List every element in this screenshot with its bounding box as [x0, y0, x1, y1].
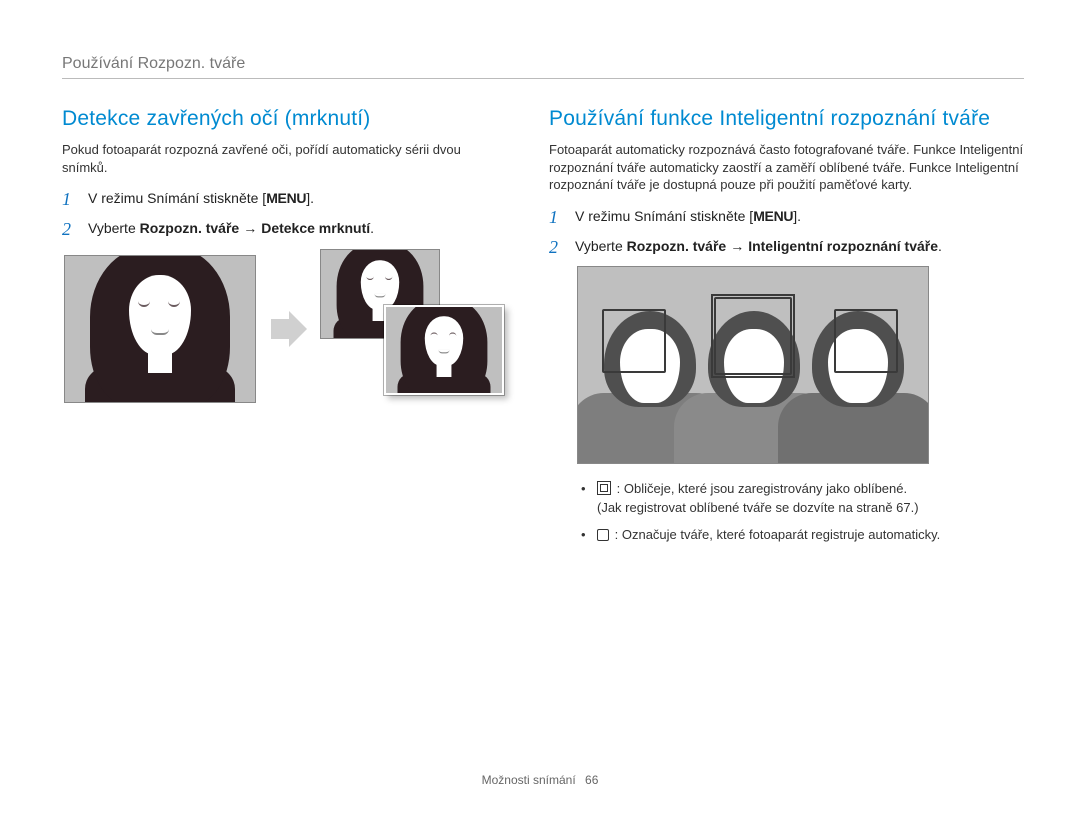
header-rule	[62, 78, 1024, 79]
double-frame-icon	[597, 481, 611, 495]
legend1-text-b: (Jak registrovat oblíbené tváře se dozví…	[597, 500, 919, 515]
single-frame-icon	[597, 529, 609, 541]
blink-detect-illustration	[64, 249, 504, 439]
step1-text-pre: V režimu Snímání stiskněte [	[575, 208, 753, 224]
step-number: 2	[549, 234, 558, 260]
footer-label: Možnosti snímání	[482, 773, 576, 787]
step-number: 1	[62, 186, 71, 212]
menu-label: MENU	[266, 190, 306, 206]
step2-bold1: Rozpozn. tváře	[140, 220, 240, 236]
photo-eyes-open-small	[384, 305, 504, 395]
smart-face-illustration	[577, 266, 929, 464]
two-column-layout: Detekce zavřených očí (mrknutí) Pokud fo…	[62, 107, 1024, 553]
step1-text-pre: V režimu Snímání stiskněte [	[88, 190, 266, 206]
step2-bold2: Inteligentní rozpoznání tváře	[748, 238, 938, 254]
legend-item-auto: : Označuje tváře, které fotoaparát regis…	[577, 526, 1024, 545]
page-footer: Možnosti snímání 66	[0, 773, 1080, 787]
step2-post: .	[370, 220, 374, 236]
legend2-text: : Označuje tváře, které fotoaparát regis…	[615, 527, 941, 542]
step1-text-post: ].	[793, 208, 801, 224]
col-left: Detekce zavřených očí (mrknutí) Pokud fo…	[62, 107, 507, 553]
face-frame-single-2	[834, 309, 898, 373]
page-number: 66	[585, 773, 598, 787]
legend-item-favorite: : Obličeje, které jsou zaregistrovány ja…	[577, 480, 1024, 518]
step2-bold2: Detekce mrknutí	[261, 220, 370, 236]
sequence-arrow-icon	[269, 309, 309, 349]
section-header: Používání Rozpozn. tváře	[62, 55, 1024, 73]
step2-bold1: Rozpozn. tváře	[627, 238, 727, 254]
arrow-icon: →	[730, 238, 744, 254]
right-body: Fotoaparát automaticky rozpoznává často …	[549, 141, 1024, 194]
left-body: Pokud fotoaparát rozpozná zavřené oči, p…	[62, 141, 507, 176]
face-frame-single-1	[602, 309, 666, 373]
legend-list: : Obličeje, které jsou zaregistrovány ja…	[577, 480, 1024, 545]
manual-page: Používání Rozpozn. tváře Detekce zavřený…	[0, 0, 1080, 815]
right-step-1: 1 V režimu Snímání stiskněte [MENU].	[549, 206, 1024, 226]
right-steps: 1 V režimu Snímání stiskněte [MENU]. 2 V…	[549, 206, 1024, 257]
step-number: 1	[549, 204, 558, 230]
step-number: 2	[62, 216, 71, 242]
step2-pre: Vyberte	[88, 220, 140, 236]
col-right: Používání funkce Inteligentní rozpoznání…	[549, 107, 1024, 553]
face-frame-double	[714, 297, 792, 375]
step2-pre: Vyberte	[575, 238, 627, 254]
right-title: Používání funkce Inteligentní rozpoznání…	[549, 107, 1024, 131]
right-step-2: 2 Vyberte Rozpozn. tváře→Inteligentní ro…	[549, 236, 1024, 256]
menu-label: MENU	[753, 208, 793, 224]
step1-text-post: ].	[306, 190, 314, 206]
step2-post: .	[938, 238, 942, 254]
left-step-2: 2 Vyberte Rozpozn. tváře→Detekce mrknutí…	[62, 218, 507, 238]
photo-eyes-closed-large	[64, 255, 256, 403]
legend1-text-a: : Obličeje, které jsou zaregistrovány ja…	[617, 481, 908, 496]
left-steps: 1 V režimu Snímání stiskněte [MENU]. 2 V…	[62, 188, 507, 239]
arrow-icon: →	[243, 220, 257, 236]
left-title: Detekce zavřených očí (mrknutí)	[62, 107, 507, 131]
left-step-1: 1 V režimu Snímání stiskněte [MENU].	[62, 188, 507, 208]
